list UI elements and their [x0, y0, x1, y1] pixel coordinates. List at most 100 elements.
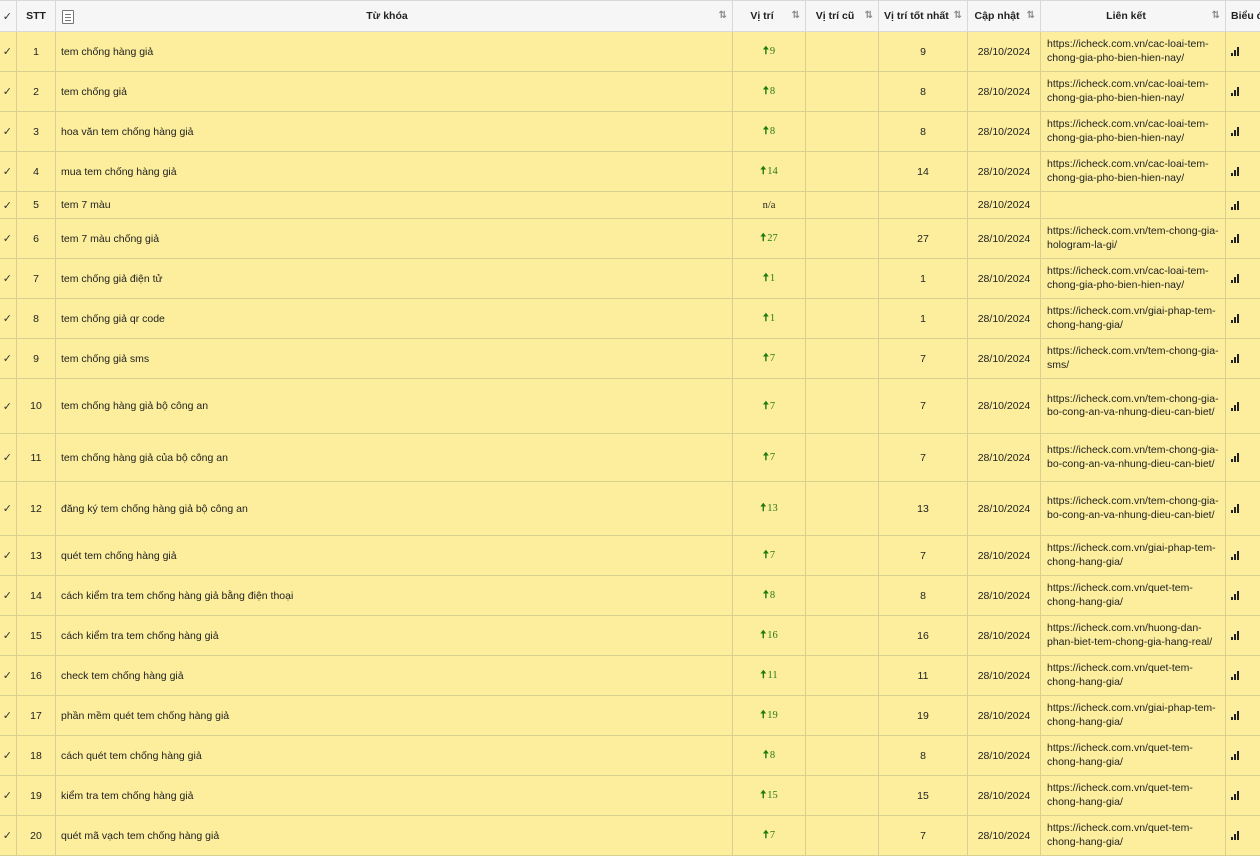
table-row[interactable]: ✓13quét tem chống hàng giả🠅7728/10/2024h… [0, 536, 1260, 576]
bar-chart-icon[interactable] [1231, 504, 1240, 513]
row-link[interactable]: https://icheck.com.vn/giai-phap-tem-chon… [1041, 696, 1226, 736]
row-checkbox[interactable]: ✓ [0, 576, 17, 616]
bar-chart-icon[interactable] [1231, 274, 1240, 283]
table-row[interactable]: ✓7tem chống giả điện tử🠅1128/10/2024http… [0, 259, 1260, 299]
row-chart[interactable] [1226, 656, 1260, 696]
checkbox-checked-icon[interactable]: ✓ [3, 589, 12, 602]
bar-chart-icon[interactable] [1231, 234, 1240, 243]
checkbox-checked-icon[interactable]: ✓ [3, 85, 12, 98]
row-checkbox[interactable]: ✓ [0, 536, 17, 576]
row-checkbox[interactable]: ✓ [0, 152, 17, 192]
bar-chart-icon[interactable] [1231, 631, 1240, 640]
table-row[interactable]: ✓9tem chống giả sms🠅7728/10/2024https://… [0, 339, 1260, 379]
row-checkbox[interactable]: ✓ [0, 192, 17, 219]
checkbox-checked-icon[interactable]: ✓ [3, 352, 12, 365]
row-checkbox[interactable]: ✓ [0, 112, 17, 152]
bar-chart-icon[interactable] [1231, 127, 1240, 136]
row-chart[interactable] [1226, 339, 1260, 379]
row-chart[interactable] [1226, 736, 1260, 776]
row-checkbox[interactable]: ✓ [0, 656, 17, 696]
table-row[interactable]: ✓8tem chống giả qr code🠅1128/10/2024http… [0, 299, 1260, 339]
row-link[interactable]: https://icheck.com.vn/quet-tem-chong-han… [1041, 656, 1226, 696]
row-link[interactable]: https://icheck.com.vn/giai-phap-tem-chon… [1041, 299, 1226, 339]
row-checkbox[interactable]: ✓ [0, 696, 17, 736]
document-icon[interactable] [62, 10, 74, 24]
checkbox-checked-icon[interactable]: ✓ [3, 199, 12, 212]
row-link[interactable]: https://icheck.com.vn/huong-dan-phan-bie… [1041, 616, 1226, 656]
table-row[interactable]: ✓17phần mềm quét tem chống hàng giả🠅1919… [0, 696, 1260, 736]
sort-arrows-icon[interactable]: ⇅ [1212, 10, 1220, 21]
row-checkbox[interactable]: ✓ [0, 736, 17, 776]
row-link[interactable]: https://icheck.com.vn/quet-tem-chong-han… [1041, 776, 1226, 816]
row-checkbox[interactable]: ✓ [0, 434, 17, 482]
row-checkbox[interactable]: ✓ [0, 72, 17, 112]
checkbox-checked-icon[interactable]: ✓ [3, 232, 12, 245]
row-chart[interactable] [1226, 72, 1260, 112]
row-chart[interactable] [1226, 696, 1260, 736]
row-chart[interactable] [1226, 816, 1260, 856]
checkbox-checked-icon[interactable]: ✓ [3, 272, 12, 285]
checkbox-checked-icon[interactable]: ✓ [3, 502, 12, 515]
select-all-checkbox[interactable]: ✓ [0, 1, 17, 32]
table-row[interactable]: ✓5tem 7 màun/a28/10/2024 [0, 192, 1260, 219]
column-header-position[interactable]: Vị trí ⇅ [733, 1, 806, 32]
bar-chart-icon[interactable] [1231, 201, 1240, 210]
row-checkbox[interactable]: ✓ [0, 32, 17, 72]
column-header-chart[interactable]: Biểu đ [1226, 1, 1260, 32]
bar-chart-icon[interactable] [1231, 551, 1240, 560]
table-row[interactable]: ✓1tem chống hàng giả🠅9928/10/2024https:/… [0, 32, 1260, 72]
table-row[interactable]: ✓12đăng ký tem chống hàng giả bộ công an… [0, 482, 1260, 536]
row-checkbox[interactable]: ✓ [0, 339, 17, 379]
checkbox-checked-icon[interactable]: ✓ [3, 451, 12, 464]
column-header-link[interactable]: Liên kết ⇅ [1041, 1, 1226, 32]
bar-chart-icon[interactable] [1231, 831, 1240, 840]
row-chart[interactable] [1226, 536, 1260, 576]
checkbox-checked-icon[interactable]: ✓ [3, 165, 12, 178]
row-checkbox[interactable]: ✓ [0, 379, 17, 434]
table-row[interactable]: ✓19kiểm tra tem chống hàng giả🠅151528/10… [0, 776, 1260, 816]
row-link[interactable]: https://icheck.com.vn/tem-chong-gia-bo-c… [1041, 379, 1226, 434]
row-checkbox[interactable]: ✓ [0, 482, 17, 536]
bar-chart-icon[interactable] [1231, 354, 1240, 363]
bar-chart-icon[interactable] [1231, 791, 1240, 800]
row-chart[interactable] [1226, 219, 1260, 259]
row-link[interactable]: https://icheck.com.vn/giai-phap-tem-chon… [1041, 536, 1226, 576]
row-checkbox[interactable]: ✓ [0, 816, 17, 856]
checkbox-checked-icon[interactable]: ✓ [3, 669, 12, 682]
table-row[interactable]: ✓14cách kiểm tra tem chống hàng giả bằng… [0, 576, 1260, 616]
table-row[interactable]: ✓15cách kiểm tra tem chống hàng giả🠅1616… [0, 616, 1260, 656]
row-link[interactable]: https://icheck.com.vn/quet-tem-chong-han… [1041, 816, 1226, 856]
row-chart[interactable] [1226, 112, 1260, 152]
sort-arrows-icon[interactable]: ⇅ [954, 10, 962, 21]
row-chart[interactable] [1226, 576, 1260, 616]
row-chart[interactable] [1226, 776, 1260, 816]
row-chart[interactable] [1226, 192, 1260, 219]
row-link[interactable]: https://icheck.com.vn/tem-chong-gia-bo-c… [1041, 482, 1226, 536]
bar-chart-icon[interactable] [1231, 87, 1240, 96]
sort-arrows-icon[interactable]: ⇅ [1027, 10, 1035, 21]
bar-chart-icon[interactable] [1231, 402, 1240, 411]
checkbox-checked-icon[interactable]: ✓ [3, 789, 12, 802]
row-chart[interactable] [1226, 616, 1260, 656]
bar-chart-icon[interactable] [1231, 314, 1240, 323]
row-link[interactable]: https://icheck.com.vn/quet-tem-chong-han… [1041, 576, 1226, 616]
table-row[interactable]: ✓2tem chống giả🠅8828/10/2024https://iche… [0, 72, 1260, 112]
table-row[interactable]: ✓16check tem chống hàng giả🠅111128/10/20… [0, 656, 1260, 696]
table-row[interactable]: ✓3hoa văn tem chống hàng giả🠅8828/10/202… [0, 112, 1260, 152]
row-chart[interactable] [1226, 259, 1260, 299]
row-link[interactable]: https://icheck.com.vn/tem-chong-gia-bo-c… [1041, 434, 1226, 482]
checkbox-checked-icon[interactable]: ✓ [3, 829, 12, 842]
row-chart[interactable] [1226, 152, 1260, 192]
row-checkbox[interactable]: ✓ [0, 776, 17, 816]
table-row[interactable]: ✓20quét mã vạch tem chống hàng giả🠅7728/… [0, 816, 1260, 856]
row-link[interactable]: https://icheck.com.vn/quet-tem-chong-han… [1041, 736, 1226, 776]
table-row[interactable]: ✓10tem chống hàng giả bộ công an🠅7728/10… [0, 379, 1260, 434]
row-link[interactable]: https://icheck.com.vn/tem-chong-gia-holo… [1041, 219, 1226, 259]
column-header-updated[interactable]: Cập nhật ⇅ [968, 1, 1041, 32]
row-link[interactable]: https://icheck.com.vn/cac-loai-tem-chong… [1041, 72, 1226, 112]
row-checkbox[interactable]: ✓ [0, 219, 17, 259]
checkbox-checked-icon[interactable]: ✓ [3, 312, 12, 325]
table-row[interactable]: ✓6tem 7 màu chống giả🠅272728/10/2024http… [0, 219, 1260, 259]
checkbox-checked-icon[interactable]: ✓ [3, 709, 12, 722]
bar-chart-icon[interactable] [1231, 671, 1240, 680]
